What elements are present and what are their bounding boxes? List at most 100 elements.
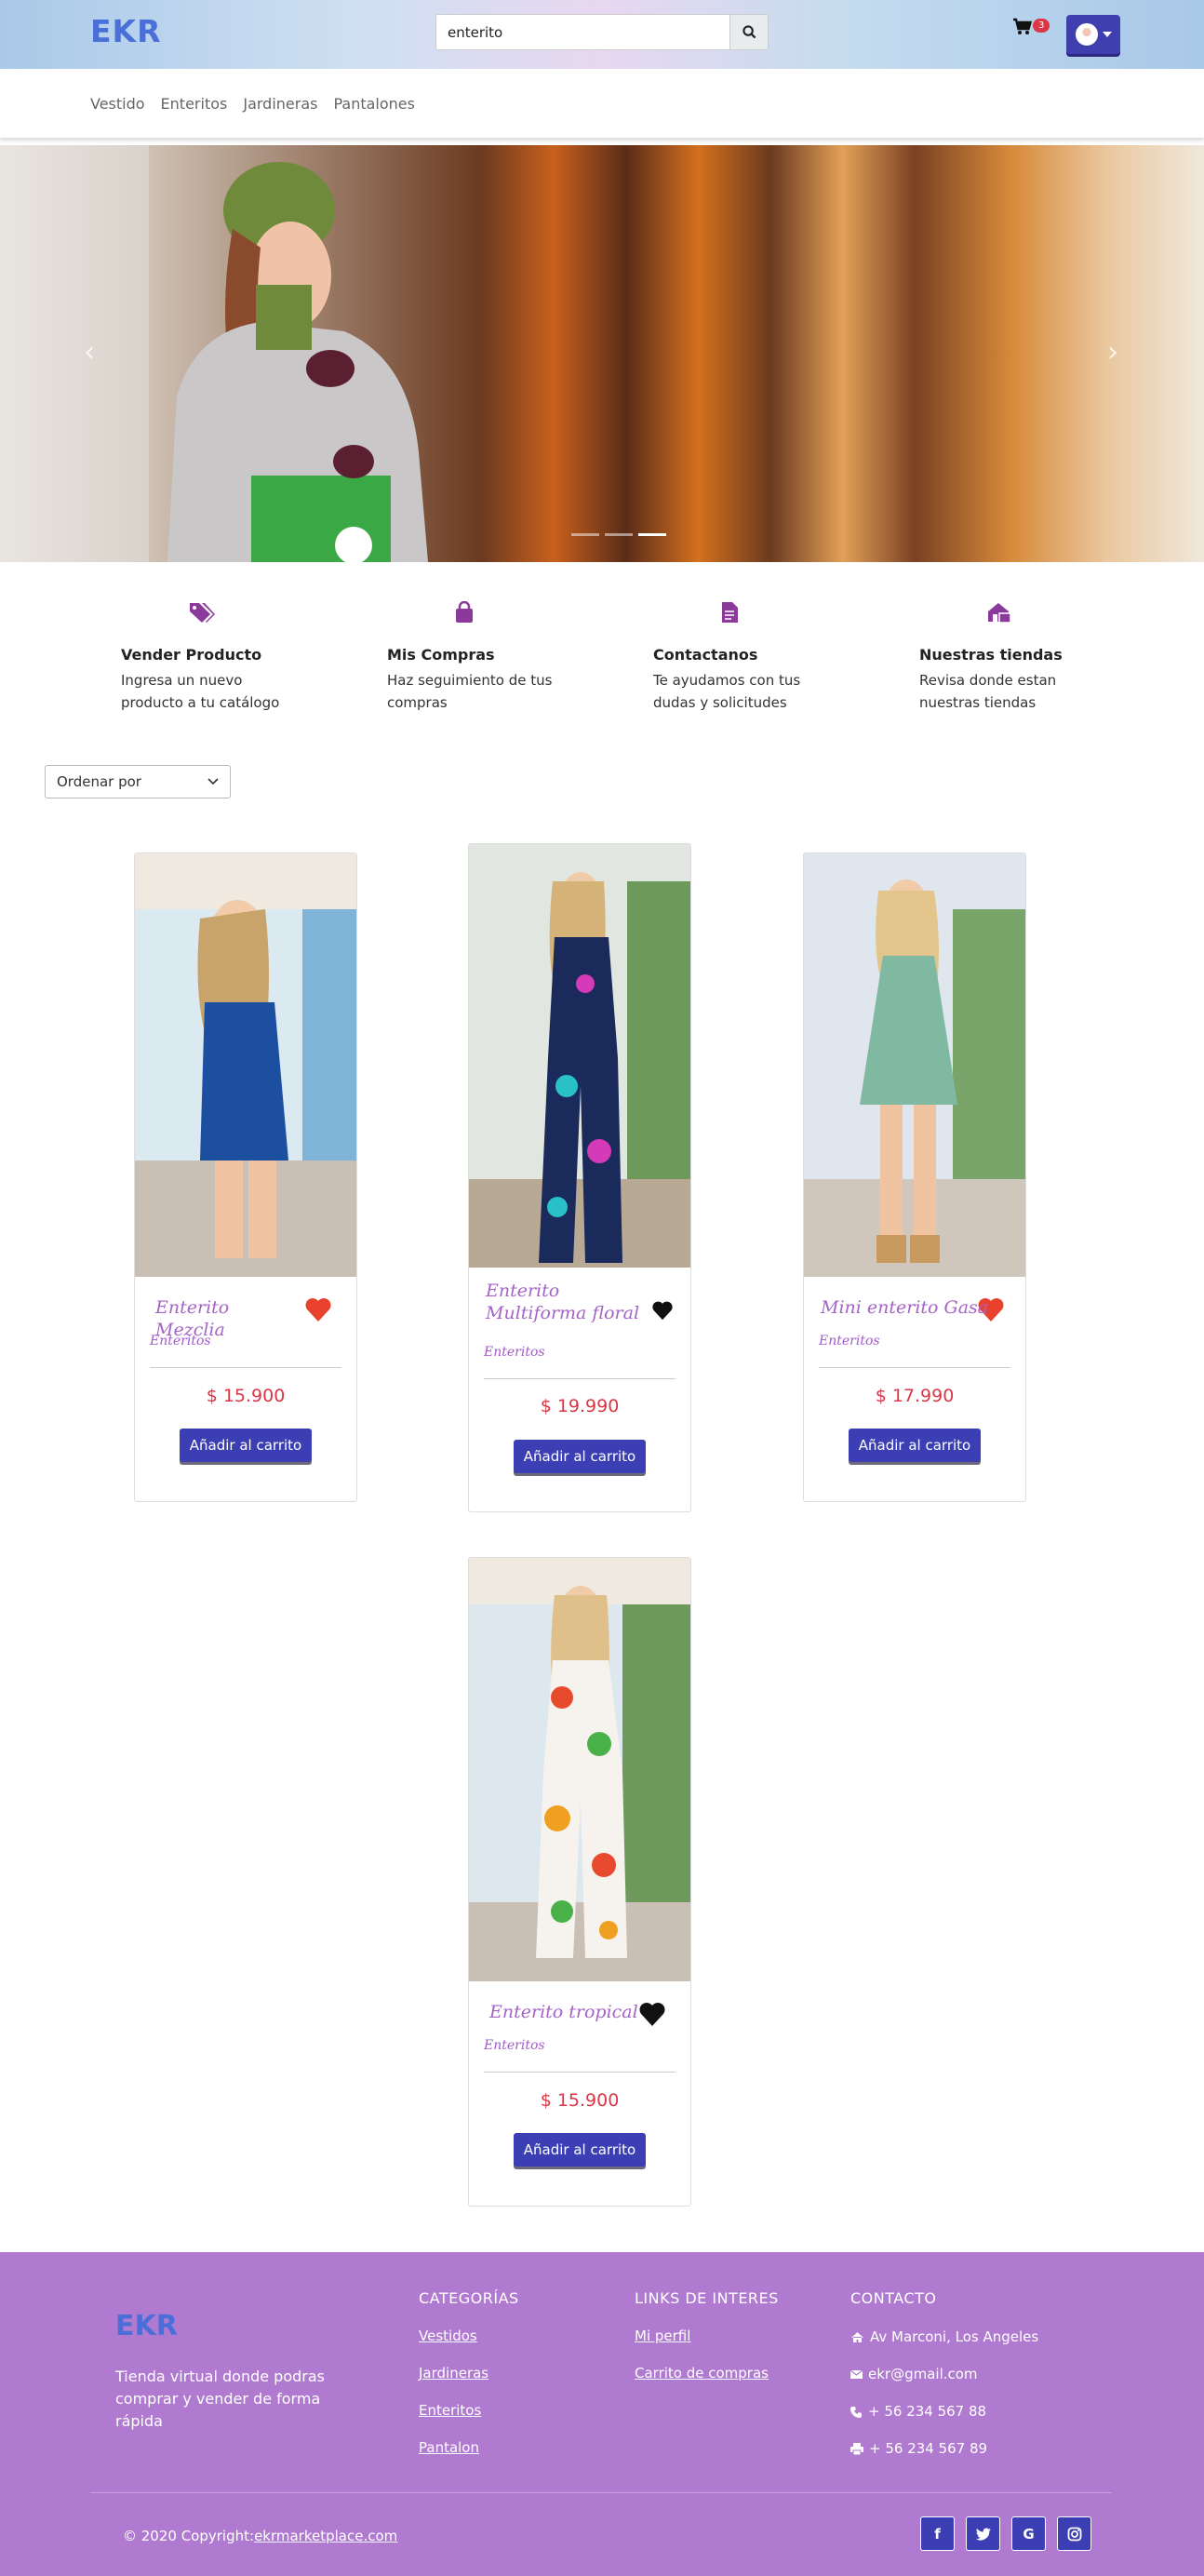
avatar	[1075, 23, 1098, 46]
cart-button[interactable]: 3	[1012, 16, 1050, 40]
social-links: f G	[920, 2516, 1091, 2551]
product-category: Enteritos	[819, 1334, 880, 1348]
footer-link-vestidos[interactable]: Vestidos	[419, 2328, 519, 2346]
nav-link-vestido[interactable]: Vestido	[90, 95, 145, 113]
tags-icon	[190, 603, 215, 623]
footer-heading: LINKS DE INTERES	[635, 2289, 779, 2307]
product-category: Enteritos	[484, 1345, 545, 1360]
feature-text: Revisa donde estan nuestras tiendas	[919, 672, 1057, 711]
features-section: Vender Producto Ingresa un nuevo product…	[0, 562, 1204, 759]
feature-contactanos[interactable]: Contactanos Te ayudamos con tus dudas y …	[653, 601, 839, 714]
product-card: Enterito tropical Enteritos $ 15.900 Aña…	[468, 1557, 691, 2207]
contact-email: ekr@gmail.com	[850, 2365, 1038, 2383]
product-name[interactable]: Mini enterito Gasa	[821, 1296, 988, 1319]
feature-text: Te ayudamos con tus dudas y solicitudes	[653, 672, 801, 711]
product-price: $ 15.900	[540, 2090, 620, 2111]
product-image[interactable]	[135, 853, 356, 1277]
contact-phone: + 56 234 567 88	[850, 2402, 1038, 2421]
carousel-indicator[interactable]	[638, 533, 666, 536]
footer-heading: CATEGORÍAS	[419, 2289, 519, 2307]
footer-categories: CATEGORÍAS Vestidos Jardineras Enteritos…	[419, 2289, 519, 2476]
category-nav: Vestido Enteritos Jardineras Pantalones	[0, 69, 1204, 138]
feature-text: Ingresa un nuevo producto a tu catálogo	[121, 672, 280, 711]
product-card: Mini enterito Gasa Enteritos $ 17.990 Añ…	[803, 852, 1026, 1502]
add-to-cart-button[interactable]: Añadir al carrito	[180, 1429, 312, 1462]
footer-link-enteritos[interactable]: Enteritos	[419, 2402, 519, 2421]
footer-links: LINKS DE INTERES Mi perfil Carrito de co…	[635, 2289, 779, 2402]
footer-link-pantalon[interactable]: Pantalon	[419, 2439, 519, 2458]
favorite-heart-icon[interactable]	[651, 1300, 674, 1324]
add-to-cart-button[interactable]: Añadir al carrito	[514, 2133, 646, 2167]
product-price: $ 19.990	[540, 1396, 620, 1416]
print-icon	[850, 2442, 863, 2455]
copyright: © 2020 Copyright:ekrmarketplace.com	[123, 2528, 398, 2544]
product-card: Enterito Mezclia Enteritos $ 15.900 Añad…	[134, 852, 357, 1502]
favorite-heart-icon[interactable]	[304, 1296, 332, 1326]
feature-vender-producto[interactable]: Vender Producto Ingresa un nuevo product…	[121, 601, 307, 714]
google-icon[interactable]: G	[1011, 2516, 1046, 2551]
feature-title: Nuestras tiendas	[919, 646, 1063, 664]
product-image[interactable]	[469, 1558, 690, 1981]
contact-fax: + 56 234 567 89	[850, 2439, 1038, 2458]
cart-count-badge: 3	[1033, 19, 1050, 33]
nav-link-jardineras[interactable]: Jardineras	[243, 95, 317, 113]
carousel-next-icon[interactable]: ›	[1107, 336, 1118, 369]
product-name[interactable]: Enterito tropical	[489, 2001, 643, 2023]
product-image[interactable]	[469, 844, 690, 1268]
instagram-icon[interactable]	[1057, 2516, 1091, 2551]
top-navbar: EKR 3	[0, 0, 1204, 69]
cart-icon	[1013, 18, 1033, 34]
carousel-prev-icon[interactable]: ‹	[84, 336, 95, 369]
footer-heading: CONTACTO	[850, 2289, 937, 2307]
product-image[interactable]	[804, 853, 1025, 1277]
search-icon	[742, 25, 756, 39]
sort-label: Ordenar por	[57, 773, 141, 790]
shopping-bag-icon	[456, 601, 473, 623]
feature-title: Vender Producto	[121, 646, 262, 664]
feature-title: Contactanos	[653, 646, 758, 664]
carousel-indicator[interactable]	[605, 533, 633, 536]
facebook-icon[interactable]: f	[920, 2516, 955, 2551]
product-card: Enterito Multiforma floral Enteritos $ 1…	[468, 843, 691, 1512]
phone-icon	[850, 2406, 862, 2418]
add-to-cart-button[interactable]: Añadir al carrito	[514, 1440, 646, 1473]
hero-image	[167, 162, 428, 562]
product-price: $ 15.900	[206, 1386, 286, 1406]
store-icon	[988, 603, 1011, 624]
copyright-link[interactable]: ekrmarketplace.com	[254, 2528, 397, 2544]
feature-text: Haz seguimiento de tus compras	[387, 672, 553, 711]
twitter-icon[interactable]	[966, 2516, 1000, 2551]
feature-nuestras-tiendas[interactable]: Nuestras tiendas Revisa donde estan nues…	[919, 601, 1105, 714]
contact-address: Av Marconi, Los Angeles	[850, 2328, 1038, 2346]
site-footer: EKR Tienda virtual donde podras comprar …	[0, 2252, 1204, 2576]
search-input[interactable]	[435, 14, 730, 50]
brand-logo[interactable]: EKR	[90, 13, 162, 49]
footer-link-jardineras[interactable]: Jardineras	[419, 2365, 519, 2383]
product-category: Enteritos	[150, 1334, 211, 1348]
carousel-indicators	[571, 533, 666, 536]
carousel-indicator[interactable]	[571, 533, 599, 536]
footer-logo[interactable]: EKR	[115, 2310, 178, 2342]
search-bar	[435, 14, 769, 50]
sort-select[interactable]: Ordenar por	[45, 765, 231, 798]
chevron-down-icon	[207, 778, 219, 785]
footer-link-mi-perfil[interactable]: Mi perfil	[635, 2328, 779, 2346]
nav-link-enteritos[interactable]: Enteritos	[161, 95, 228, 113]
product-name[interactable]: Enterito Multiforma floral	[486, 1280, 649, 1324]
footer-description: Tienda virtual donde podras comprar y ve…	[115, 2368, 325, 2430]
home-icon	[851, 2331, 863, 2342]
footer-link-carrito[interactable]: Carrito de compras	[635, 2365, 779, 2383]
product-price: $ 17.990	[875, 1386, 955, 1406]
chevron-down-icon	[1102, 32, 1112, 37]
footer-contact: CONTACTO Av Marconi, Los Angeles ekr@gma…	[850, 2289, 1038, 2476]
user-menu-button[interactable]	[1066, 15, 1120, 54]
feature-mis-compras[interactable]: Mis Compras Haz seguimiento de tus compr…	[387, 601, 573, 714]
product-category: Enteritos	[484, 2038, 545, 2053]
add-to-cart-button[interactable]: Añadir al carrito	[849, 1429, 981, 1462]
document-icon	[722, 602, 738, 623]
envelope-icon	[850, 2369, 863, 2379]
nav-link-pantalones[interactable]: Pantalones	[333, 95, 415, 113]
search-button[interactable]	[730, 14, 769, 50]
feature-title: Mis Compras	[387, 646, 495, 664]
hero-carousel: ‹ ›	[0, 145, 1204, 562]
